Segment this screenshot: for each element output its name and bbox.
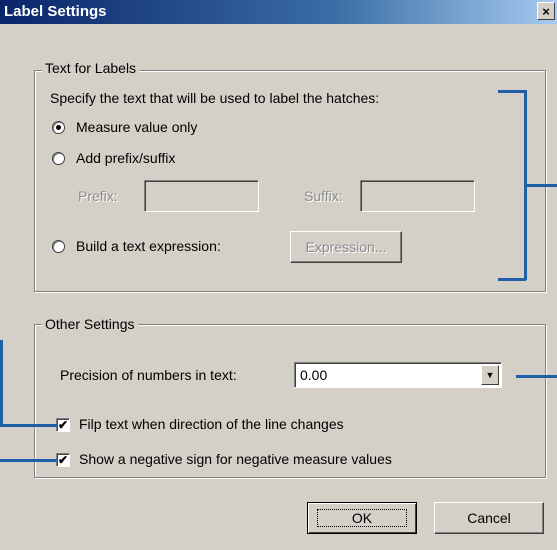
radio-label-measure-value-only[interactable]: Measure value only — [76, 119, 197, 135]
callout-bracket-top — [498, 90, 526, 93]
other-settings-legend: Other Settings — [42, 316, 138, 332]
flip-text-label[interactable]: Filp text when direction of the line cha… — [79, 416, 344, 432]
flip-text-checkbox[interactable]: ✔ — [56, 418, 70, 432]
suffix-label: Suffix: — [304, 188, 343, 204]
radio-add-prefix-suffix[interactable] — [52, 152, 65, 165]
callout-bracket-bottom — [498, 278, 526, 281]
callout-negative-line — [0, 459, 58, 462]
text-for-labels-legend: Text for Labels — [42, 60, 140, 76]
precision-label: Precision of numbers in text: — [60, 367, 237, 383]
callout-flip-horizontal — [0, 424, 58, 427]
label-settings-dialog: Label Settings × Text for Labels Specify… — [0, 0, 557, 550]
suffix-field[interactable] — [360, 180, 475, 212]
title-bar[interactable]: Label Settings × — [0, 0, 557, 24]
expression-button[interactable]: Expression... — [290, 231, 402, 263]
radio-build-text-expression[interactable] — [52, 240, 65, 253]
callout-bracket-tick — [524, 184, 557, 187]
radio-label-add-prefix-suffix[interactable]: Add prefix/suffix — [76, 150, 175, 166]
prefix-field[interactable] — [144, 180, 259, 212]
labels-description: Specify the text that will be used to la… — [50, 90, 380, 106]
precision-value: 0.00 — [300, 367, 328, 383]
check-icon: ✔ — [57, 418, 69, 432]
negative-sign-label[interactable]: Show a negative sign for negative measur… — [79, 451, 392, 467]
radio-label-build-text-expression[interactable]: Build a text expression: — [76, 238, 221, 254]
dropdown-arrow-button[interactable]: ▼ — [481, 365, 499, 385]
radio-measure-value-only[interactable] — [52, 121, 65, 134]
prefix-label: Prefix: — [78, 188, 118, 204]
chevron-down-icon: ▼ — [485, 370, 495, 380]
cancel-button[interactable]: Cancel — [434, 502, 544, 534]
negative-sign-checkbox[interactable]: ✔ — [56, 453, 70, 467]
close-button[interactable]: × — [537, 2, 555, 20]
callout-flip-vertical — [0, 340, 3, 426]
precision-dropdown[interactable]: 0.00 ▼ — [294, 362, 502, 388]
close-icon: × — [542, 3, 550, 19]
check-icon: ✔ — [57, 453, 69, 467]
ok-button[interactable]: OK — [307, 502, 417, 534]
callout-precision-line — [516, 375, 557, 378]
dialog-title: Label Settings — [4, 3, 107, 20]
